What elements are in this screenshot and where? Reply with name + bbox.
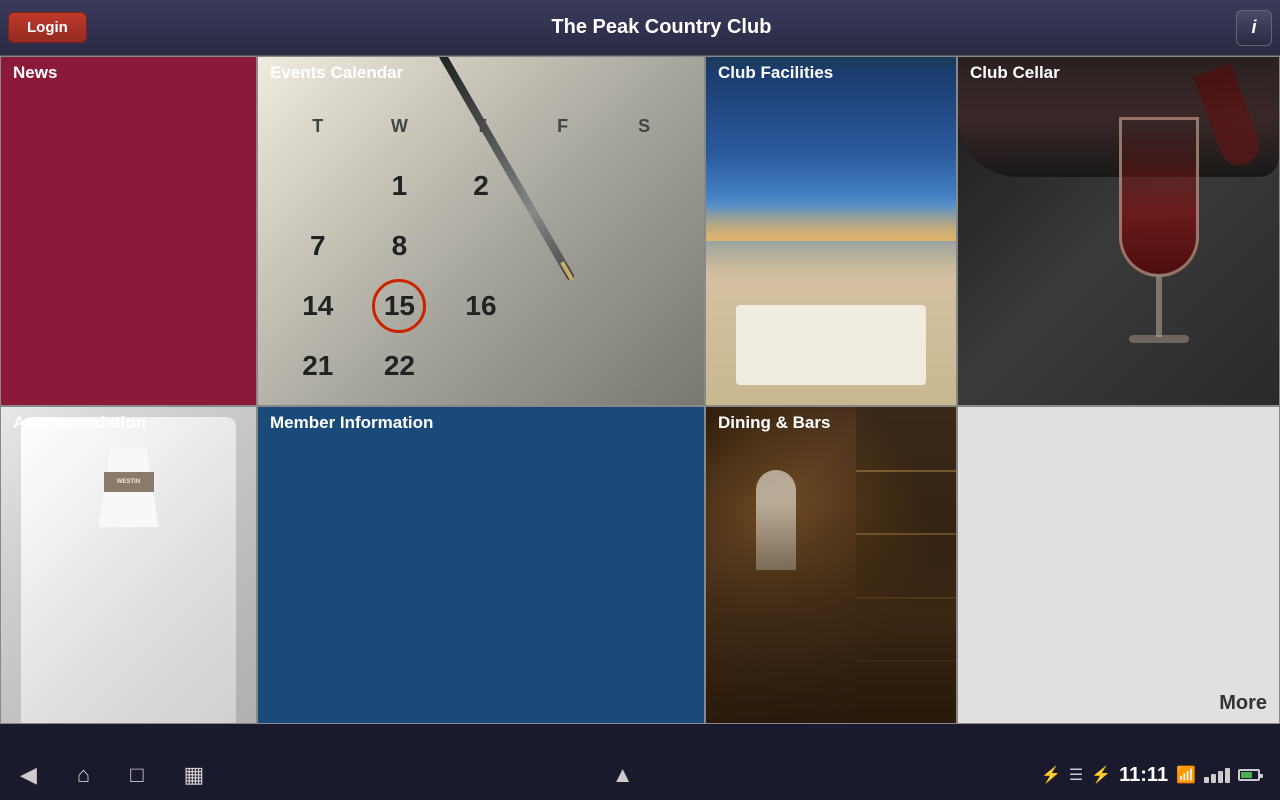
tile-more[interactable]: More [957,406,1280,724]
cal-cell-8: 8 [360,217,440,275]
bar-1 [1204,777,1209,783]
robe-shape: WESTIN [21,417,236,723]
cal-cell-empty7 [523,277,603,335]
member-label: Member Information [258,407,445,439]
cal-cell-empty9 [441,337,521,395]
cal-cell-2: 2 [441,157,521,215]
cellar-background [958,57,1279,405]
cal-cell-empty3 [604,157,684,215]
battery-icon [1238,769,1260,781]
usb-icon: ⚡ [1041,765,1061,785]
cal-header-t1: T [278,97,358,155]
calendar-image: T W T F S 1 2 7 8 14 15 [258,57,704,405]
glass-stem [1156,277,1162,337]
bar-4 [1225,768,1230,783]
tile-events[interactable]: T W T F S 1 2 7 8 14 15 [257,56,705,406]
cal-cell-14: 14 [278,277,358,335]
robe-label-text: WESTIN [117,479,140,485]
battery-fill [1241,772,1252,778]
dining-label: Dining & Bars [706,407,842,439]
wine-glass [1099,77,1219,357]
cal-header-s: S [604,97,684,155]
bar-3 [1218,771,1223,783]
events-label: Events Calendar [258,57,415,89]
robe-label: WESTIN [104,472,154,492]
cal-cell-empty2 [523,157,603,215]
cal-header-f: F [523,97,603,155]
bottom-bar: ◀ ⌂ □ ▦ ▲ ⚡ ☰ ⚡ 11:11 📶 [0,750,1280,800]
bar-2 [1211,774,1216,783]
more-label: More [1219,692,1267,715]
accommodation-label: Accommodation [1,407,158,439]
cal-cell-21: 21 [278,337,358,395]
tile-member[interactable]: Member Information [257,406,705,724]
tile-accommodation[interactable]: WESTIN Accommodation [0,406,257,724]
cal-cell-22: 22 [360,337,440,395]
nav-right: ⚡ ☰ ⚡ 11:11 📶 [1041,764,1260,787]
notification-icon: ☰ [1069,765,1083,785]
facility-background [706,57,956,405]
top-bar: Login The Peak Country Club i [0,0,1280,56]
charge-icon: ⚡ [1091,765,1111,785]
news-label: News [1,57,69,89]
tile-cellar[interactable]: Club Cellar [957,56,1280,406]
accommodation-background: WESTIN [1,407,256,723]
app-title: The Peak Country Club [87,16,1236,39]
glass-bowl [1119,117,1199,277]
tile-news[interactable]: News [0,56,257,406]
cal-cell-7: 7 [278,217,358,275]
dining-tables [706,502,956,723]
cal-cell-empty11 [604,337,684,395]
time-display: 11:11 [1119,764,1168,787]
wifi-icon: 📶 [1176,765,1196,785]
back-icon[interactable]: ◀ [20,762,37,788]
main-grid: News T W T F S 1 2 7 8 [0,56,1280,750]
cal-cell-empty4 [441,217,521,275]
signal-bars [1204,768,1230,783]
cal-cell-empty1 [278,157,358,215]
cal-cell-1: 1 [360,157,440,215]
tile-dining[interactable]: Dining & Bars [705,406,957,724]
cal-cell-15: 15 [360,277,440,335]
cal-cell-empty6 [604,217,684,275]
cal-header-w: W [360,97,440,155]
calendar-grid: T W T F S 1 2 7 8 14 15 [278,97,684,395]
qr-icon[interactable]: ▦ [184,762,205,788]
tile-facilities[interactable]: Club Facilities [705,56,957,406]
cal-header-t2: T [441,97,521,155]
cal-cell-empty5 [523,217,603,275]
recents-icon[interactable]: □ [130,762,143,788]
cellar-label: Club Cellar [958,57,1072,89]
facility-bed [736,305,926,385]
dining-background [706,407,956,723]
cal-cell-empty10 [523,337,603,395]
nav-left: ◀ ⌂ □ ▦ [20,762,204,788]
glass-base [1129,335,1189,343]
calendar-background: T W T F S 1 2 7 8 14 15 [258,57,704,405]
login-button[interactable]: Login [8,12,87,43]
cal-cell-16: 16 [441,277,521,335]
menu-icon[interactable]: ▲ [612,762,634,788]
info-button[interactable]: i [1236,10,1272,46]
cal-cell-empty8 [604,277,684,335]
facilities-label: Club Facilities [706,57,845,89]
home-icon[interactable]: ⌂ [77,762,90,788]
